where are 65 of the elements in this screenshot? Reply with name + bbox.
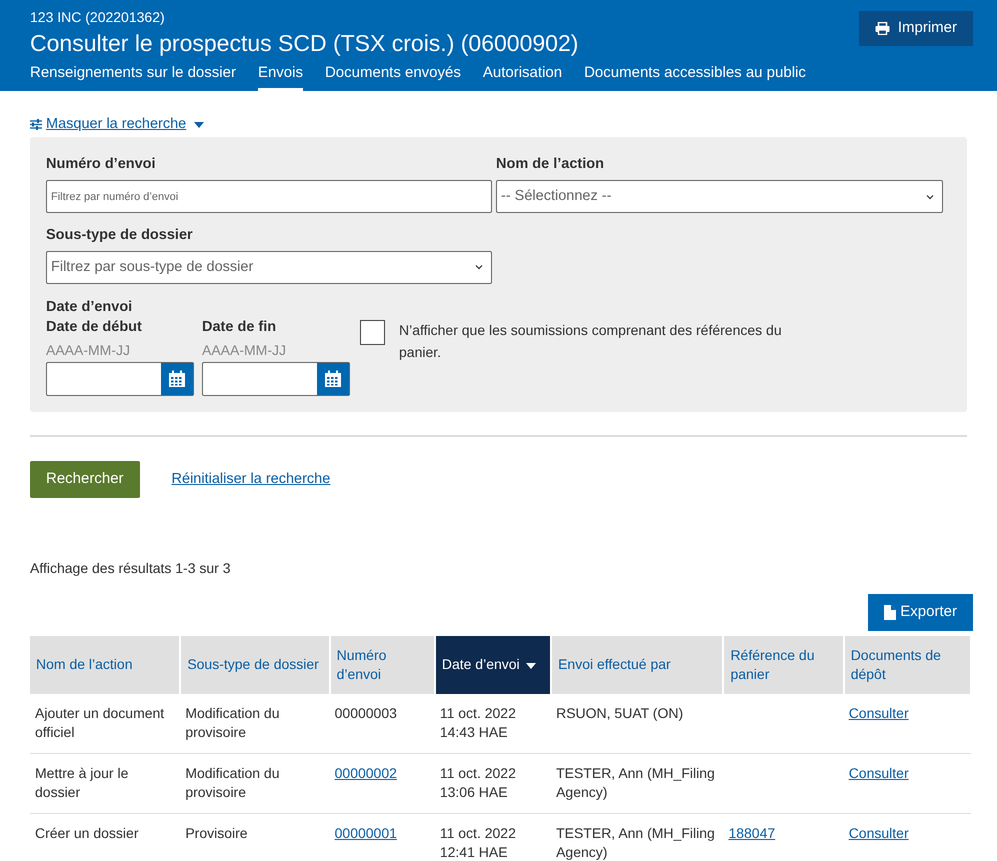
- select-field[interactable]: -- Sélectionnez --: [496, 180, 943, 214]
- column-header[interactable]: Date d’envoi: [434, 636, 552, 694]
- field-label: Numéro d’envoi: [46, 155, 157, 174]
- table-link[interactable]: Consulter: [848, 825, 909, 842]
- table-cell: Créer un dossier: [35, 825, 138, 842]
- printer-icon: [874, 22, 890, 35]
- group-label: Date d’envoi: [46, 298, 134, 316]
- table-cell: 11 oct. 2022 14:43 HAE: [440, 704, 516, 740]
- table-cell: Modification du provisoire: [185, 704, 280, 740]
- table-cell: Ajouter un document officiel: [35, 704, 164, 740]
- table-cell: 00000003: [334, 704, 397, 721]
- column-header[interactable]: Numéro d’envoi: [330, 636, 435, 694]
- table-cell: Provisoire: [185, 825, 248, 842]
- chevron-down-icon: [926, 194, 934, 200]
- column-header[interactable]: Envoi effectué par: [551, 636, 724, 694]
- field-label: Sous-type de dossier: [46, 226, 194, 246]
- field-label: Nom de l’action: [496, 155, 605, 174]
- nav-tab[interactable]: Envois: [258, 63, 303, 91]
- sliders-icon: [30, 119, 42, 130]
- format-hint: AAAA-MM-JJ: [202, 340, 287, 360]
- nav-tab[interactable]: Documents accessibles au public: [584, 63, 806, 91]
- calendar-button[interactable]: [161, 362, 193, 395]
- nav-tab[interactable]: Autorisation: [482, 63, 562, 91]
- calendar-icon: [324, 370, 342, 388]
- nav-tab[interactable]: Documents envoyés: [324, 63, 461, 91]
- date-field[interactable]: [46, 362, 194, 396]
- chevron-down-icon: [475, 264, 483, 270]
- table-cell: TESTER, Ann (MH_Filing Agency): [556, 825, 715, 860]
- table-link[interactable]: 188047: [728, 825, 776, 842]
- reset-link[interactable]: Réinitialiser la recherche: [172, 468, 330, 490]
- table-link[interactable]: 00000002: [334, 765, 397, 782]
- page-title: Consulter le prospectus SCD (TSX crois.) (06000902): [30, 29, 578, 58]
- column-header[interactable]: Nom de l’action: [30, 636, 180, 694]
- table-link[interactable]: Consulter: [848, 765, 909, 782]
- calendar-button[interactable]: [317, 362, 349, 395]
- company-name: 123 INC (202201362): [30, 8, 166, 26]
- document-icon: [884, 604, 896, 620]
- column-header[interactable]: Référence du panier: [723, 636, 844, 694]
- sort-caret-icon: [526, 662, 536, 669]
- print-button[interactable]: Imprimer: [858, 11, 973, 46]
- checkbox[interactable]: [360, 320, 385, 345]
- table-cell: Modification du provisoire: [185, 765, 280, 800]
- input-field[interactable]: Filtrez par numéro d’envoi: [46, 180, 492, 214]
- toggle-search-link[interactable]: Masquer la recherche: [30, 114, 204, 136]
- table-cell: 11 oct. 2022 12:41 HAE: [440, 825, 516, 860]
- field-label: Date de début: [46, 318, 143, 337]
- column-header[interactable]: Documents de dépôt: [844, 636, 971, 694]
- format-hint: AAAA-MM-JJ: [46, 340, 131, 360]
- table-link[interactable]: 00000001: [334, 825, 397, 842]
- table-cell: Mettre à jour le dossier: [35, 765, 128, 800]
- calendar-icon: [168, 370, 186, 388]
- table-cell: RSUON, 5UAT (ON): [556, 704, 684, 721]
- table-cell: 11 oct. 2022 13:06 HAE: [440, 765, 516, 800]
- table-cell: TESTER, Ann (MH_Filing Agency): [556, 765, 715, 800]
- checkbox-label: N’afficher que les soumissions comprenant des références du panier.: [399, 320, 783, 362]
- results-count: Affichage des résultats 1-3 sur 3: [30, 558, 232, 578]
- table-link[interactable]: Consulter: [848, 704, 909, 721]
- select-field[interactable]: Filtrez par sous-type de dossier: [46, 250, 492, 284]
- export-button[interactable]: Exporter: [868, 594, 973, 631]
- date-field[interactable]: [202, 362, 350, 396]
- nav-tab[interactable]: Renseignements sur le dossier: [30, 63, 236, 91]
- column-header[interactable]: Sous-type de dossier: [180, 636, 330, 694]
- search-button[interactable]: Rechercher: [30, 460, 140, 498]
- field-label: Date de fin: [202, 318, 278, 337]
- caret-icon: [194, 122, 204, 128]
